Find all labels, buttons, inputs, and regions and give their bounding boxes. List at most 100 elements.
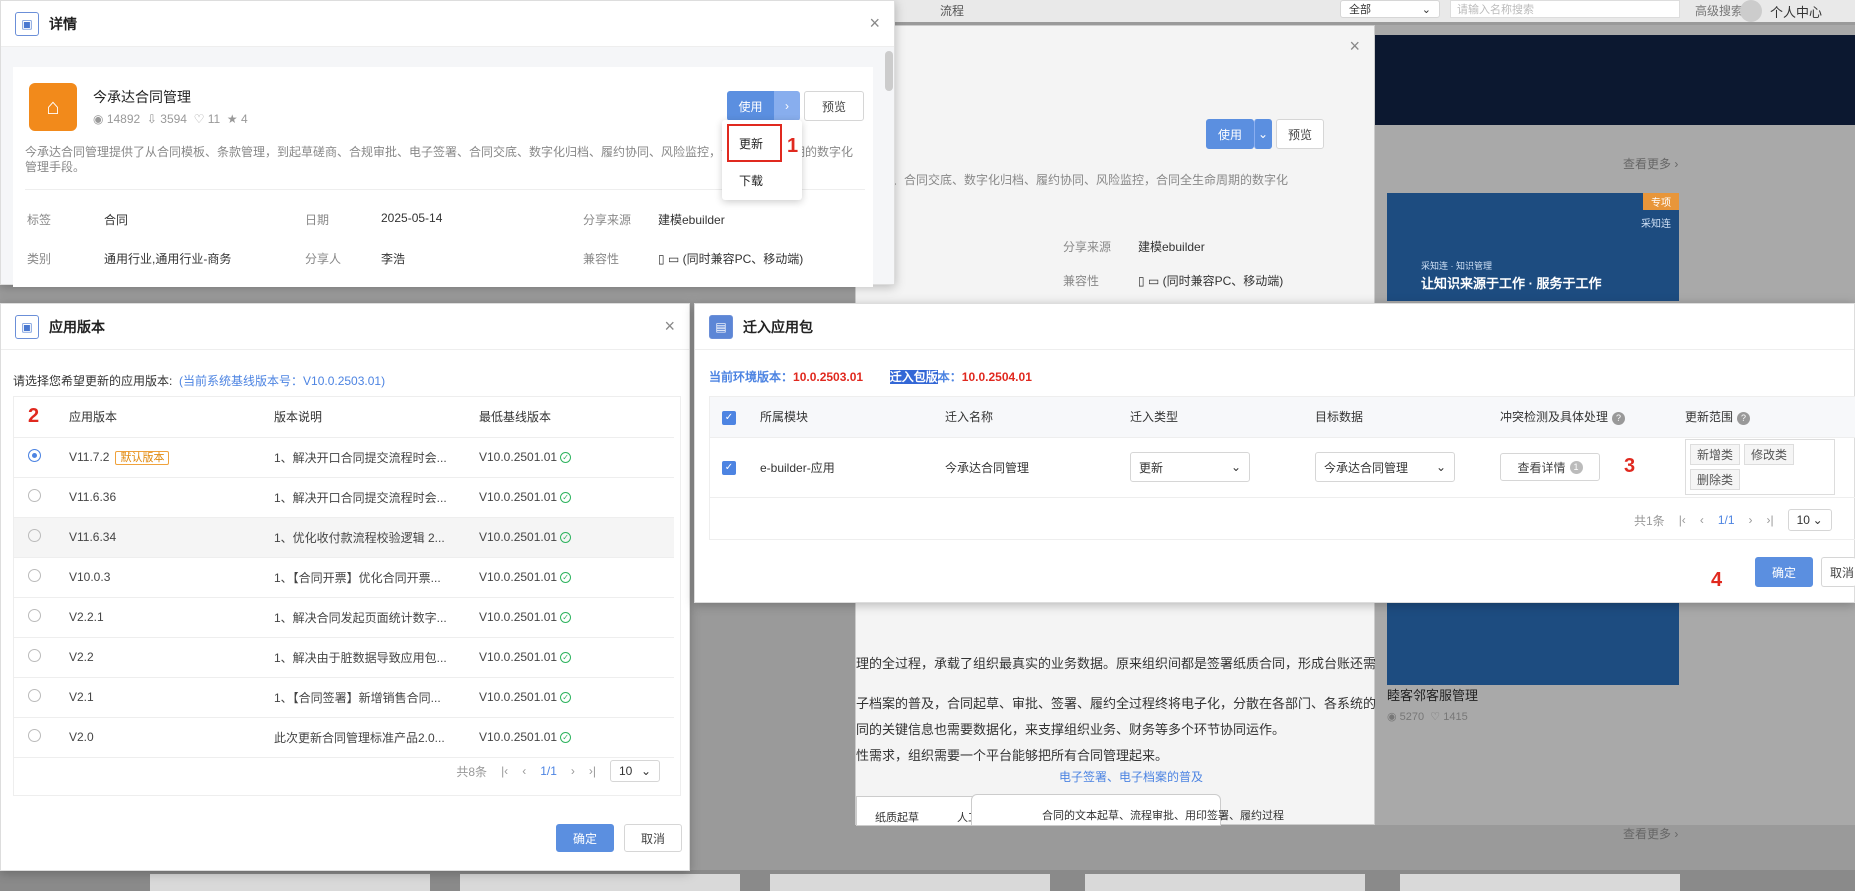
scope-chip[interactable]: 修改类 <box>1744 444 1795 465</box>
close-icon[interactable]: × <box>1349 36 1360 57</box>
card-title[interactable]: 睦客邻客服管理 <box>1387 685 1478 704</box>
search-input[interactable]: 请输入名称搜索 <box>1450 0 1680 18</box>
radio-button[interactable] <box>28 449 41 462</box>
use-dropdown-menu: 更新 下载 <box>722 120 802 200</box>
cancel-button[interactable]: 取消 <box>624 824 682 852</box>
migrate-title: 迁入应用包 <box>743 318 813 335</box>
app-name: 今承达合同管理 <box>93 89 191 105</box>
migrate-type-select[interactable]: 更新 ⌄ <box>1130 452 1250 482</box>
chevron-down-icon[interactable]: ⌄ <box>1254 119 1272 149</box>
eye-icon: ◉ <box>1387 711 1397 723</box>
table-header: ✓ 所属模块 迁入名称 迁入类型 目标数据 冲突检测及具体处理? 更新范围? <box>710 397 1855 438</box>
check-circle-icon: ✓ <box>560 532 572 544</box>
page-size-select[interactable]: 10 ⌄ <box>1787 509 1832 531</box>
confirm-button[interactable]: 确定 <box>556 824 614 852</box>
bg-card-right: 合同的文本起草、流程审批、用印签署、履约过程 <box>971 794 1284 826</box>
see-more-link[interactable]: 查看更多 › <box>1623 155 1678 172</box>
promo-banner[interactable]: 专项 采知连 采知连 · 知识管理 让知识来源于工作 · 服务于工作 <box>1387 193 1679 301</box>
check-circle-icon: ✓ <box>560 452 572 464</box>
user-center-link[interactable]: 个人中心 <box>1770 2 1822 21</box>
help-icon[interactable]: ? <box>1612 412 1626 426</box>
chevron-down-icon: ⌄ <box>1230 460 1241 474</box>
target-data-select[interactable]: 今承达合同管理 ⌄ <box>1315 452 1455 482</box>
table-row[interactable]: V2.1 1、【合同签署】新增销售合同... V10.0.2501.01 ✓ <box>14 677 674 718</box>
prev-page-icon[interactable]: ‹ <box>522 764 526 778</box>
row-checkbox[interactable]: ✓ <box>722 460 736 475</box>
date-value: 2025-05-14 <box>381 211 443 225</box>
cancel-button[interactable]: 取消 <box>1821 557 1855 587</box>
table-row[interactable]: V2.2.1 1、解决合同发起页面统计数字... V10.0.2501.01 ✓ <box>14 597 674 638</box>
version-prompt: 请选择您希望更新的应用版本: (当前系统基线版本号：V10.0.2503.01) <box>13 374 386 388</box>
card-stats: ◉ 5270 ♡ 1415 <box>1387 711 1468 723</box>
bg-source: 建模ebuilder <box>1138 240 1205 254</box>
migrate-table-wrap: ✓ 所属模块 迁入名称 迁入类型 目标数据 冲突检测及具体处理? 更新范围? ✓… <box>709 396 1855 540</box>
bg-article: 理的全过程，承载了组织最真实的业务数据。原来组织间都是签署纸质合同，形成台账还需… <box>856 656 1455 763</box>
bg-source-label: 分享来源 <box>1063 240 1112 254</box>
radio-button[interactable] <box>28 729 41 742</box>
radio-button[interactable] <box>28 689 41 702</box>
last-page-icon[interactable]: ›| <box>1767 513 1774 527</box>
chevron-down-icon: ⌄ <box>1435 460 1446 474</box>
first-page-icon[interactable]: |‹ <box>501 764 508 778</box>
see-more-link-2[interactable]: 查看更多 › <box>1623 825 1678 842</box>
check-circle-icon: ✓ <box>560 492 572 504</box>
scope-multiselect[interactable]: 新增类 修改类 删除类 <box>1685 439 1835 495</box>
prev-page-icon[interactable]: ‹ <box>1700 513 1704 527</box>
view-detail-button[interactable]: 查看详情 1 <box>1500 453 1600 481</box>
scope-chip[interactable]: 删除类 <box>1690 469 1741 490</box>
table-row[interactable]: V11.6.36 1、解决开口合同提交流程时会... V10.0.2501.01… <box>14 477 674 518</box>
table-row[interactable]: V2.0 此次更新合同管理标准产品2.0... V10.0.2501.01 ✓ <box>14 717 674 758</box>
close-icon[interactable]: × <box>869 13 880 34</box>
advanced-search-link[interactable]: 高级搜索 <box>1695 2 1743 19</box>
radio-button[interactable] <box>28 489 41 502</box>
card-image[interactable] <box>1387 595 1679 685</box>
next-page-icon[interactable]: › <box>1749 513 1753 527</box>
app-logo-icon: ⌂ <box>29 83 77 131</box>
source-value: 建模ebuilder <box>658 213 725 227</box>
table-header: 2 应用版本 版本说明 最低基线版本 <box>14 397 674 438</box>
last-page-icon[interactable]: ›| <box>589 764 596 778</box>
table-row[interactable]: V10.0.3 1、【合同开票】优化合同开票... V10.0.2501.01 ✓ <box>14 557 674 598</box>
radio-button[interactable] <box>28 569 41 582</box>
bg-desc: 子签署、合同交底、数字化归档、履约协同、风险监控，合同全生命周期的数字化 <box>856 173 1289 187</box>
scrollbar[interactable] <box>885 51 893 91</box>
chevron-right-icon[interactable]: › <box>774 91 800 121</box>
col-module: 所属模块 <box>760 397 945 438</box>
table-row[interactable]: V11.6.34 1、优化收付款流程校验逻辑 2... V10.0.2501.0… <box>14 517 674 558</box>
avatar[interactable] <box>1740 0 1762 22</box>
bg-preview-button[interactable]: 预览 <box>1276 119 1324 149</box>
use-button[interactable]: 使用 <box>727 91 774 121</box>
compat-label: 兼容性 <box>583 252 620 266</box>
category-label: 类别 <box>27 252 52 266</box>
pc-icon: ▭ <box>667 252 680 266</box>
confirm-button[interactable]: 确定 <box>1755 557 1813 587</box>
date-label: 日期 <box>305 213 330 227</box>
radio-button[interactable] <box>28 609 41 622</box>
version-table-wrap: 2 应用版本 版本说明 最低基线版本 V11.7.2 默认版本 1、解决开口合同提… <box>13 396 681 796</box>
preview-button[interactable]: 预览 <box>804 91 864 121</box>
search-scope-select[interactable]: 全部 ⌄ <box>1340 0 1440 18</box>
version-info: 当前环境版本：10.0.2503.01 迁入包版本：10.0.2504.01 <box>709 370 1032 384</box>
bg-use-button[interactable]: 使用 <box>1206 119 1254 149</box>
first-page-icon[interactable]: |‹ <box>1679 513 1686 527</box>
app-stats: ◉ 14892 ⇩ 3594 ♡ 11 ★ 4 <box>93 112 248 126</box>
menu-item-download[interactable]: 下载 <box>739 172 763 189</box>
select-all-checkbox[interactable]: ✓ <box>722 410 736 425</box>
migrate-header: ▤ 迁入应用包 <box>695 304 1854 350</box>
help-icon[interactable]: ? <box>1737 412 1751 426</box>
table-row[interactable]: V11.7.2 默认版本 1、解决开口合同提交流程时会... V10.0.2501… <box>14 437 674 478</box>
annotation-1: 1 <box>787 135 799 157</box>
scope-chip[interactable]: 新增类 <box>1690 444 1741 465</box>
page-size-select[interactable]: 10 ⌄ <box>610 760 660 782</box>
radio-button[interactable] <box>28 529 41 542</box>
menu-item-update[interactable]: 更新 <box>727 124 782 162</box>
close-icon[interactable]: × <box>664 316 675 337</box>
next-page-icon[interactable]: › <box>571 764 575 778</box>
radio-button[interactable] <box>28 649 41 662</box>
table-row[interactable]: V2.2 1、解决由于脏数据导致应用包... V10.0.2501.01 ✓ <box>14 637 674 678</box>
nav-item-flow[interactable]: 流程 <box>940 2 964 19</box>
version-table: 2 应用版本 版本说明 最低基线版本 V11.7.2 默认版本 1、解决开口合同提… <box>14 397 674 758</box>
check-circle-icon: ✓ <box>560 612 572 624</box>
bg-compat: ▯ ▭ (同时兼容PC、移动端) <box>1138 274 1284 288</box>
banner-badge: 专项 <box>1643 193 1679 210</box>
